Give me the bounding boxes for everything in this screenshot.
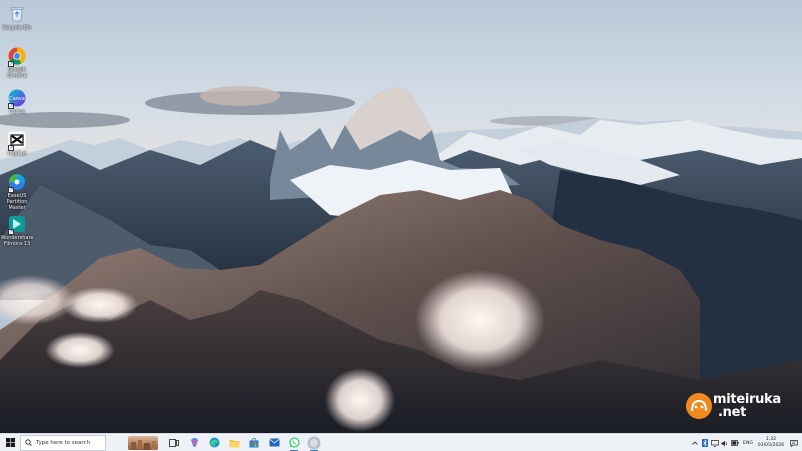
- shortcut-arrow-icon: ↗: [8, 103, 14, 109]
- tray-bluetooth[interactable]: [700, 434, 710, 451]
- site-watermark: miteiruka .net: [686, 391, 796, 421]
- capcut-icon: ↗: [7, 130, 27, 151]
- desktop-icon-easeus[interactable]: ↗ EaseUS Partition Master: [0, 172, 34, 211]
- volume-icon: [721, 440, 728, 446]
- bluetooth-icon: [702, 439, 708, 447]
- desktop-icon-label: Google Chrome: [7, 67, 27, 79]
- canva-icon: Canva ↗: [7, 88, 27, 109]
- taskbar: Type here to search ENG 1:32 03/05/2026: [0, 433, 802, 451]
- shortcut-arrow-icon: ↗: [8, 229, 14, 235]
- taskbar-copilot[interactable]: [184, 434, 204, 451]
- desktop-icon-canva[interactable]: Canva ↗ Canva: [0, 88, 34, 115]
- chevron-up-icon: [692, 441, 698, 445]
- desktop-icon-label: Wondershare Filmora 13: [0, 235, 34, 247]
- search-highlight-image[interactable]: [128, 435, 158, 450]
- tray-power[interactable]: [730, 434, 740, 451]
- shortcut-arrow-icon: ↗: [8, 61, 14, 67]
- taskbar-whatsapp[interactable]: [284, 434, 304, 451]
- clock[interactable]: 1:32 03/05/2026: [756, 434, 786, 451]
- taskbar-file-explorer[interactable]: [224, 434, 244, 451]
- recycle-bin-icon: [7, 4, 27, 24]
- mail-icon: [268, 438, 280, 447]
- file-explorer-icon: [229, 439, 239, 447]
- start-button[interactable]: [0, 434, 20, 451]
- shortcut-arrow-icon: ↗: [8, 145, 14, 151]
- taskbar-mail[interactable]: [264, 434, 284, 451]
- taskbar-edge[interactable]: [204, 434, 224, 451]
- taskbar-store[interactable]: [244, 434, 264, 451]
- copilot-icon: [190, 438, 198, 447]
- desktop-wallpaper: [0, 0, 802, 433]
- tray-overflow-button[interactable]: [690, 434, 700, 451]
- watermark-domain: .net: [718, 405, 747, 420]
- store-icon: [249, 437, 259, 447]
- desktop-icon-capcut[interactable]: ↗ CapCut: [0, 130, 34, 157]
- taskbar-task-view[interactable]: [164, 434, 184, 451]
- windows-icon: [5, 438, 15, 447]
- battery-icon: [731, 440, 739, 446]
- desktop-icon-label: CapCut: [7, 151, 27, 157]
- system-tray: ENG 1:32 03/05/2026: [690, 434, 802, 451]
- desktop-icon-label: Canva: [9, 109, 25, 115]
- language-indicator[interactable]: ENG: [740, 434, 756, 451]
- filmora-icon: ↗: [7, 214, 27, 235]
- notification-center-button[interactable]: [786, 434, 802, 451]
- watermark-logo-icon: [686, 393, 712, 419]
- network-icon: [711, 439, 719, 447]
- clock-date: 03/05/2026: [757, 443, 785, 448]
- app-icon: [307, 436, 321, 449]
- task-view-icon: [169, 438, 179, 447]
- search-icon: [25, 439, 32, 446]
- svg-text:Canva: Canva: [9, 96, 25, 102]
- whatsapp-icon: [288, 437, 300, 448]
- shortcut-arrow-icon: ↗: [8, 187, 14, 193]
- notification-icon: [790, 439, 798, 447]
- chrome-icon: ↗: [7, 46, 27, 67]
- desktop-icon-recycle-bin[interactable]: Recycle Bin: [0, 4, 34, 31]
- desktop-icon-label: Recycle Bin: [2, 25, 32, 31]
- search-placeholder: Type here to search: [36, 439, 91, 446]
- taskbar-search[interactable]: Type here to search: [20, 434, 106, 451]
- desktop-icon-google-chrome[interactable]: ↗ Google Chrome: [0, 46, 34, 79]
- taskbar-app[interactable]: [304, 434, 324, 451]
- tray-volume[interactable]: [720, 434, 730, 451]
- mountain-landscape: [0, 0, 802, 433]
- easeus-icon: ↗: [7, 172, 27, 193]
- tray-network[interactable]: [710, 434, 720, 451]
- desktop-icon-filmora[interactable]: ↗ Wondershare Filmora 13: [0, 214, 34, 247]
- desktop-icon-label: EaseUS Partition Master: [6, 193, 28, 211]
- edge-icon: [209, 437, 219, 448]
